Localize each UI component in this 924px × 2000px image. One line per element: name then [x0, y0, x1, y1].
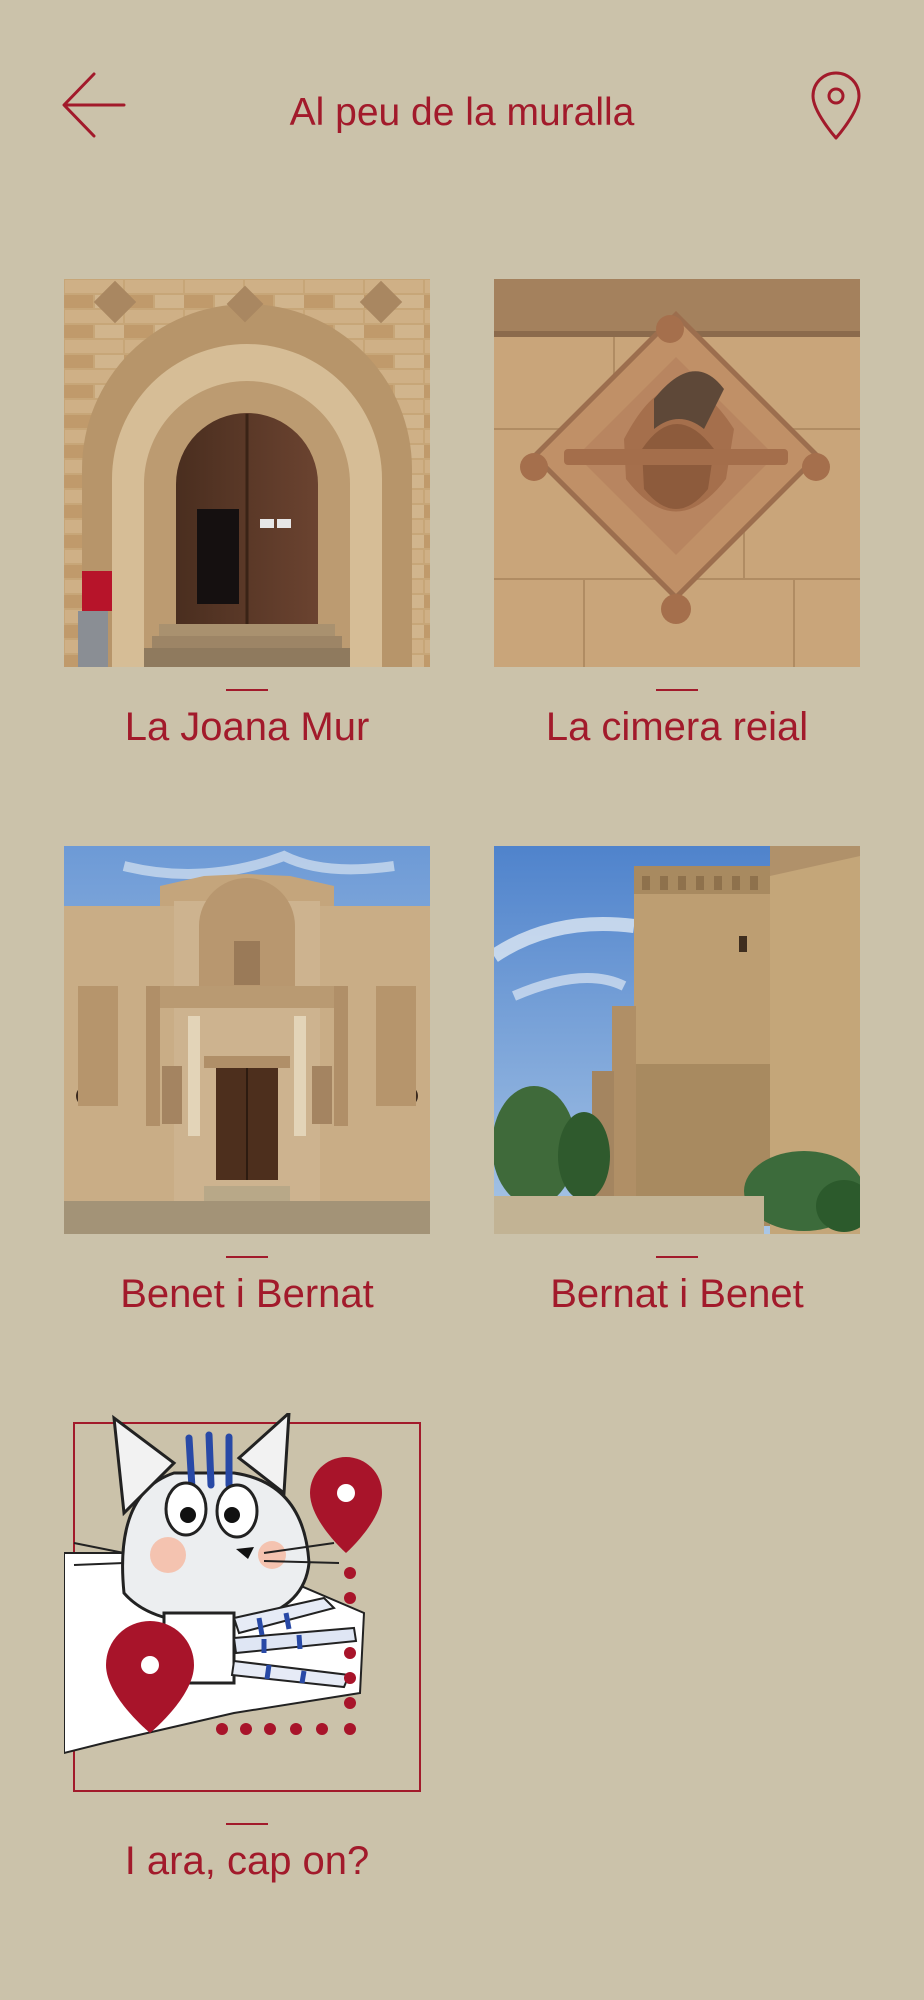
card-label: La Joana Mur	[124, 705, 370, 749]
map-button[interactable]	[808, 68, 864, 142]
card-image-doorway	[64, 279, 430, 667]
card-divider	[656, 689, 698, 691]
card-divider	[226, 1823, 268, 1825]
card-image-coat-of-arms	[494, 279, 860, 667]
card-divider	[226, 689, 268, 691]
app-header: Al peu de la muralla	[0, 0, 924, 230]
card-image-cat-illustration	[64, 1413, 430, 1801]
card-image-church-facade	[64, 846, 430, 1234]
card-divider	[226, 1256, 268, 1258]
card-image-tower-wall	[494, 846, 860, 1234]
page-title: Al peu de la muralla	[289, 91, 635, 134]
card-label: Benet i Bernat	[120, 1272, 374, 1316]
card-divider	[656, 1256, 698, 1258]
card-label: Bernat i Benet	[550, 1272, 804, 1316]
card-label: I ara, cap on?	[124, 1839, 370, 1883]
map-pin-icon	[811, 71, 861, 140]
card-label: La cimera reial	[545, 705, 809, 749]
